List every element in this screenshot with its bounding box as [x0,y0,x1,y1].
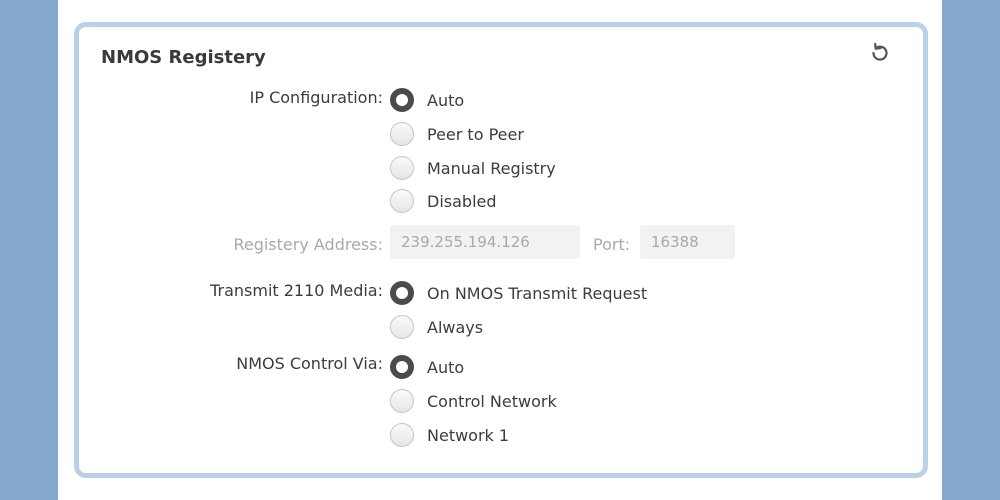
ip-config-option-auto[interactable]: Auto [390,87,464,113]
control-via-option-network-1[interactable]: Network 1 [390,422,509,448]
radio-checked-icon [390,355,414,379]
ip-configuration-label: IP Configuration: [249,88,383,107]
transmit-option-always[interactable]: Always [390,314,483,340]
rotate-ccw-icon [868,41,892,69]
port-label: Port: [593,235,631,254]
nmos-registry-panel: NMOS Registery IP Configuration: Auto Pe… [74,22,928,478]
radio-unchecked-icon [390,189,414,213]
radio-unchecked-icon [390,389,414,413]
radio-unchecked-icon [390,315,414,339]
control-via-option-auto[interactable]: Auto [390,354,464,380]
control-via-label: NMOS Control Via: [236,354,383,373]
ip-config-option-manual-registry[interactable]: Manual Registry [390,155,556,181]
registry-address-label: Registery Address: [233,235,383,254]
reset-button[interactable] [866,41,894,69]
radio-unchecked-icon [390,423,414,447]
radio-checked-icon [390,281,414,305]
registry-address-input[interactable] [390,225,580,259]
transmit-media-label: Transmit 2110 Media: [210,281,383,300]
panel-title: NMOS Registery [101,47,266,68]
radio-unchecked-icon [390,156,414,180]
ip-config-option-disabled[interactable]: Disabled [390,188,497,214]
radio-checked-icon [390,88,414,112]
ip-config-option-peer-to-peer[interactable]: Peer to Peer [390,121,524,147]
transmit-option-on-request[interactable]: On NMOS Transmit Request [390,280,647,306]
port-input[interactable] [640,225,735,259]
control-via-option-control-network[interactable]: Control Network [390,388,557,414]
radio-unchecked-icon [390,122,414,146]
